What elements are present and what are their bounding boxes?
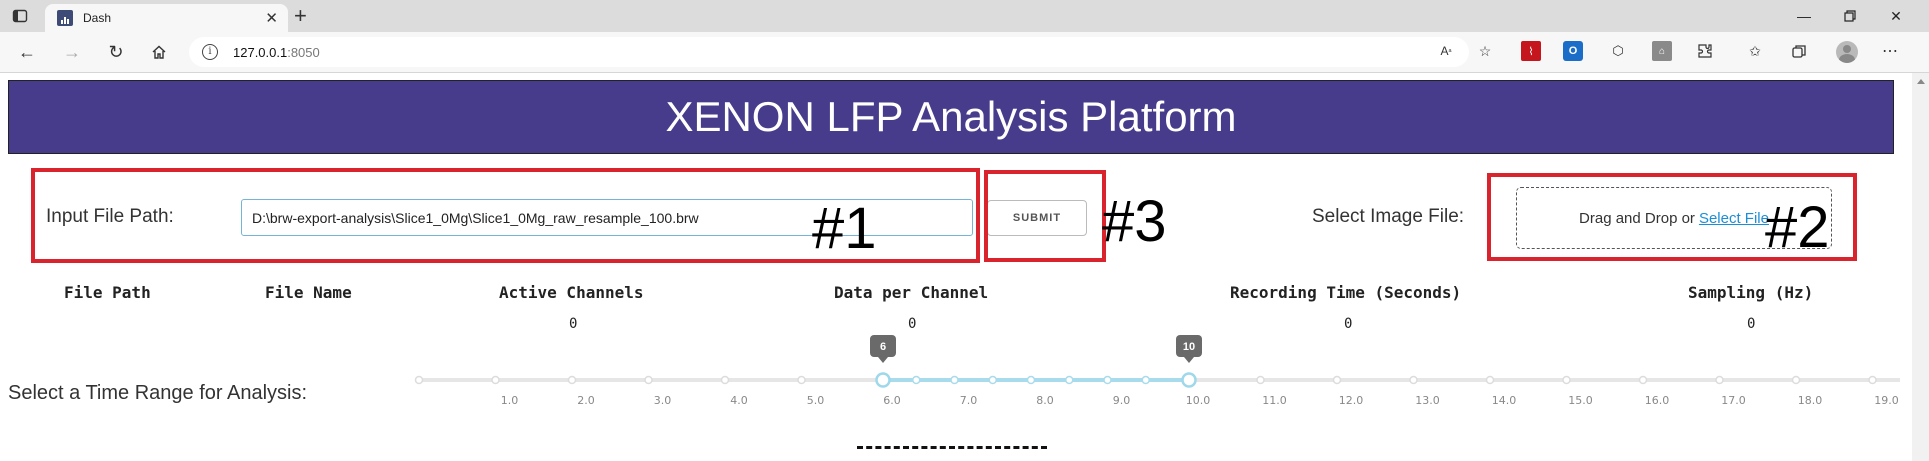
slider-step-dot <box>1065 375 1074 385</box>
collections-icon[interactable] <box>1789 41 1809 61</box>
slider-step-dot <box>912 375 921 385</box>
slider-step-dot <box>1026 375 1036 385</box>
slider-step-dot <box>1332 375 1342 385</box>
restore-icon[interactable] <box>1827 0 1873 32</box>
slider-step-dot <box>1562 375 1571 385</box>
back-icon[interactable]: ← <box>15 40 39 64</box>
slider-tick-label: 16.0 <box>1645 394 1670 407</box>
slider-tick-label: 3.0 <box>654 394 672 407</box>
slider-tick-label: 5.0 <box>807 394 825 407</box>
slider-step-dot <box>950 375 959 385</box>
tab-title: Dash <box>83 11 112 25</box>
slider-tick-label: 10.0 <box>1186 394 1211 407</box>
slider-step-dot <box>720 375 730 385</box>
page-title: XENON LFP Analysis Platform <box>665 93 1237 140</box>
slider-tick-label: 7.0 <box>960 394 978 407</box>
slider-tick-label: 9.0 <box>1113 394 1131 407</box>
annotation-box-3 <box>984 170 1106 262</box>
slider-step-dot <box>1638 375 1648 385</box>
slider-step-dot <box>1103 375 1112 385</box>
slider-step-dot <box>567 375 577 385</box>
slider-tick-label: 15.0 <box>1568 394 1593 407</box>
slider-handle-low-tooltip-arrow <box>878 357 888 363</box>
time-range-slider[interactable]: 1.0 2.0 3.0 4.0 5.0 6.0 7.0 8.0 9.0 10.0 11.0 12.0 1… <box>0 330 1900 420</box>
slider-tick-label: 14.0 <box>1492 394 1517 407</box>
slider-tick-label: 4.0 <box>730 394 748 407</box>
extensions-icon[interactable] <box>1695 41 1715 61</box>
omnibox[interactable]: i 127.0.0.1:8050 <box>189 37 1469 67</box>
browser-tab-bar: Dash ✕ + — ✕ <box>0 0 1929 32</box>
slider-step-dot <box>1485 375 1495 385</box>
home-icon[interactable] <box>147 40 171 64</box>
slider-tick-label: 11.0 <box>1262 394 1287 407</box>
slider-step-dot <box>1868 375 1877 385</box>
minimize-icon[interactable]: — <box>1781 0 1827 32</box>
header-file-path: File Path <box>64 283 151 302</box>
tab-actions-icon[interactable] <box>10 6 30 26</box>
site-info-icon[interactable]: i <box>202 44 218 60</box>
dashed-divider <box>857 446 1047 449</box>
slider-step-dot <box>1256 375 1265 385</box>
header-active-channels: Active Channels <box>499 283 644 302</box>
annotation-label-3: #3 <box>1102 189 1167 254</box>
pdf-extension-icon[interactable]: ⌂ <box>1652 41 1672 61</box>
page-scrollbar[interactable] <box>1912 73 1929 461</box>
annotation-label-2: #2 <box>1765 195 1830 260</box>
scroll-up-icon[interactable] <box>1917 79 1925 84</box>
refresh-icon[interactable]: ↻ <box>104 40 128 64</box>
header-data-per-channel: Data per Channel <box>834 283 989 302</box>
slider-handle-high-tooltip-label: 10 <box>1183 341 1195 353</box>
slider-step-dot <box>1409 375 1418 385</box>
read-aloud-icon[interactable]: Aᵃ <box>1436 41 1456 61</box>
new-tab-icon[interactable]: + <box>294 4 307 28</box>
extension-red-icon[interactable]: ⌇ <box>1521 41 1541 61</box>
select-image-label: Select Image File: <box>1312 206 1465 227</box>
slider-tick-label: 19.0 <box>1874 394 1899 407</box>
slider-step-dot <box>1141 375 1150 385</box>
slider-handle-high-tooltip-arrow <box>1184 357 1194 363</box>
url-text: 127.0.0.1:8050 <box>233 45 320 60</box>
url-port: :8050 <box>287 45 320 60</box>
office-extension-icon[interactable]: ⬡ <box>1608 41 1628 61</box>
outlook-extension-icon[interactable]: O <box>1563 41 1583 61</box>
close-tab-icon[interactable]: ✕ <box>265 9 278 27</box>
favorites-icon[interactable]: ✩ <box>1745 41 1765 61</box>
browser-tab[interactable]: Dash ✕ <box>45 4 288 32</box>
slider-step-dot <box>988 375 997 385</box>
slider-tick-label: 12.0 <box>1339 394 1364 407</box>
add-favorite-icon[interactable]: ☆ <box>1475 41 1495 61</box>
header-recording-time: Recording Time (Seconds) <box>1230 283 1462 302</box>
header-sampling: Sampling (Hz) <box>1688 283 1814 302</box>
slider-handle-low[interactable] <box>875 372 891 388</box>
slider-handle-high[interactable] <box>1181 372 1197 388</box>
dash-favicon-icon <box>57 10 73 26</box>
more-menu-icon[interactable]: ⋯ <box>1880 41 1900 61</box>
slider-step-dot <box>414 375 424 385</box>
header-file-name: File Name <box>265 283 352 302</box>
address-bar: ← → ↻ i 127.0.0.1:8050 Aᵃ ☆ ⌇ O ⬡ ⌂ ✩ ⋯ <box>0 32 1929 73</box>
slider-tick-label: 2.0 <box>577 394 595 407</box>
slider-tick-label: 6.0 <box>883 394 901 407</box>
slider-step-dot <box>1791 375 1801 385</box>
forward-icon[interactable]: → <box>60 40 84 64</box>
page-banner: XENON LFP Analysis Platform <box>8 80 1894 154</box>
annotation-label-1: #1 <box>812 196 877 261</box>
profile-avatar[interactable] <box>1836 41 1858 63</box>
slider-step-dot <box>491 375 500 385</box>
slider-tick-label: 8.0 <box>1036 394 1054 407</box>
slider-step-dot <box>797 375 806 385</box>
url-host: 127.0.0.1 <box>233 45 288 60</box>
slider-tick-label: 13.0 <box>1415 394 1440 407</box>
slider-tick-label: 17.0 <box>1721 394 1746 407</box>
slider-tick-label: 1.0 <box>501 394 519 407</box>
slider-step-dot <box>644 375 653 385</box>
slider-handle-low-tooltip-label: 6 <box>880 341 886 353</box>
close-window-icon[interactable]: ✕ <box>1873 0 1919 32</box>
slider-step-dot <box>1715 375 1724 385</box>
slider-tick-label: 18.0 <box>1798 394 1823 407</box>
